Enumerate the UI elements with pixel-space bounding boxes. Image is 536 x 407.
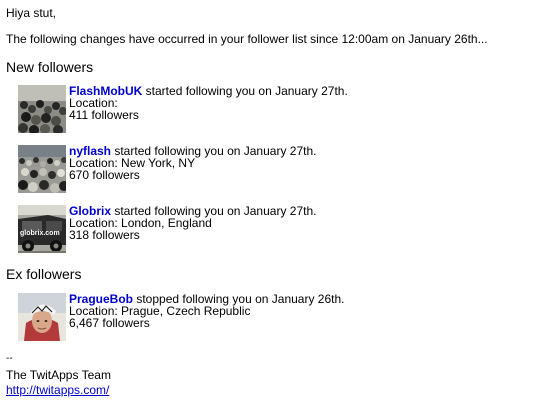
avatar-nyflash[interactable] (18, 145, 66, 193)
avatar-praguebob[interactable] (18, 293, 66, 341)
follower-details: Globrix started following you on January… (69, 205, 316, 241)
globrix-logo-text: globrix.com (20, 230, 60, 237)
ex-followers-heading: Ex followers (6, 266, 82, 282)
follower-action: started following you on January 27th. (142, 84, 348, 98)
signature-url-link[interactable]: http://twitapps.com/ (6, 383, 109, 397)
follower-details: FlashMobUK started following you on Janu… (69, 85, 348, 121)
greeting: Hiya stut, (6, 6, 57, 20)
follower-count: 670 followers (69, 168, 140, 182)
follower-count: 6,467 followers (69, 316, 150, 330)
follower-details: PragueBob stopped following you on Janua… (69, 293, 345, 329)
intro-text: The following changes have occurred in y… (6, 32, 488, 46)
avatar-flashmobuk[interactable] (18, 85, 66, 133)
avatar-globrix[interactable]: globrix.com (18, 205, 66, 253)
new-followers-heading: New followers (6, 59, 94, 75)
signature-separator: -- (6, 353, 13, 364)
follower-count: 411 followers (69, 108, 139, 122)
signature-url-line: http://twitapps.com/ (6, 383, 109, 397)
signature-team: The TwitApps Team (6, 368, 111, 382)
follower-details: nyflash started following you on January… (69, 145, 316, 181)
follower-count: 318 followers (69, 228, 140, 242)
